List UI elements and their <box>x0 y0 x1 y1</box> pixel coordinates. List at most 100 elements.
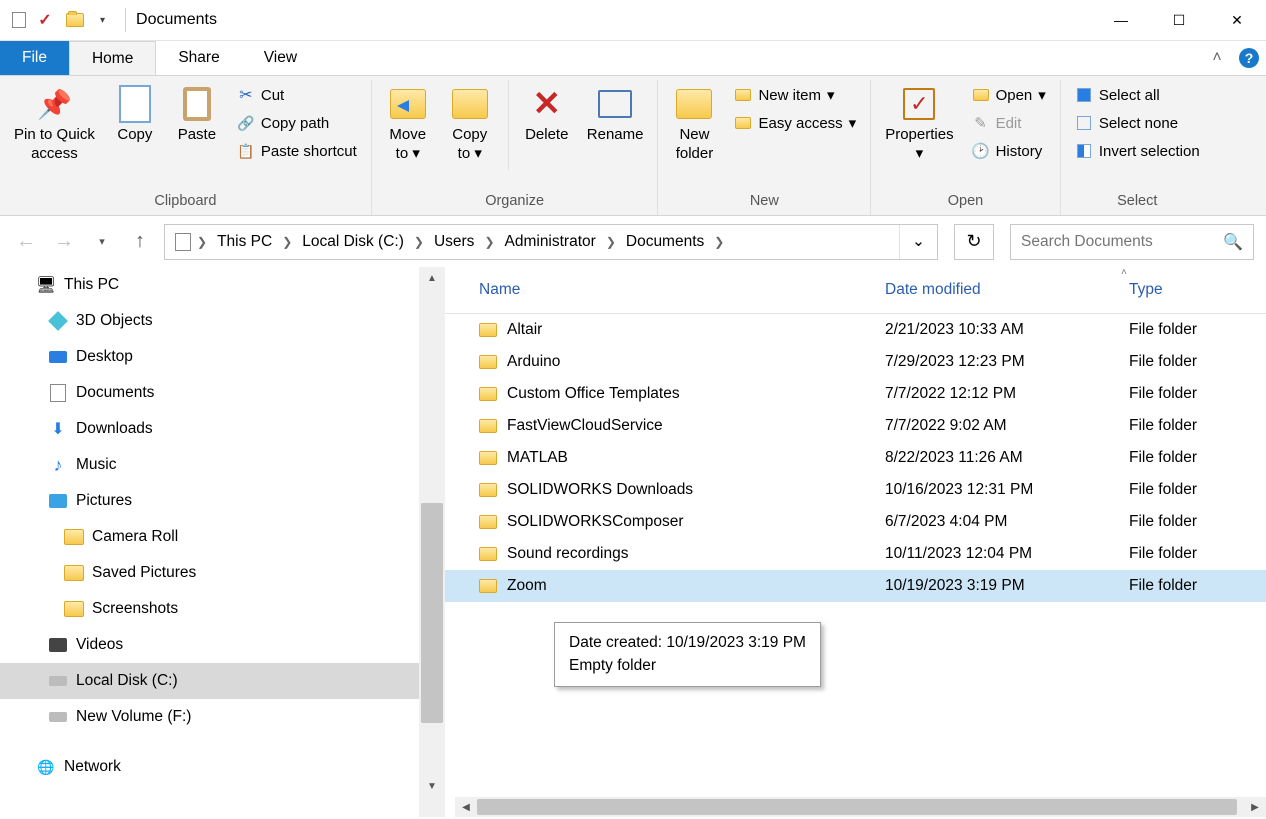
tree-item[interactable]: Desktop <box>0 339 419 375</box>
scrollbar-thumb[interactable] <box>477 799 1237 815</box>
new-folder-button[interactable]: New folder <box>666 80 722 166</box>
pin-to-quick-access-button[interactable]: Pin to Quick access <box>8 80 101 166</box>
delete-button[interactable]: ✕ Delete <box>519 80 575 147</box>
net-icon <box>36 758 56 776</box>
address-bar[interactable]: ❯ This PC ❯ Local Disk (C:) ❯ Users ❯ Ad… <box>164 224 938 260</box>
file-row[interactable]: Zoom10/19/2023 3:19 PMFile folder <box>445 570 1266 602</box>
scroll-down-button[interactable]: ▼ <box>419 775 445 797</box>
file-row[interactable]: Sound recordings10/11/2023 12:04 PMFile … <box>445 538 1266 570</box>
qat-checkmark-icon[interactable]: ✓ <box>34 9 56 31</box>
down-icon <box>48 420 68 438</box>
tree-item[interactable]: Network <box>0 749 419 785</box>
cut-button[interactable]: Cut <box>231 84 363 106</box>
horizontal-scrollbar[interactable]: ◀ ▶ <box>455 797 1266 817</box>
tab-share[interactable]: Share <box>156 41 241 75</box>
file-name: SOLIDWORKS Downloads <box>507 481 693 499</box>
copy-button[interactable]: Copy <box>107 80 163 147</box>
paste-shortcut-button[interactable]: Paste shortcut <box>231 140 363 162</box>
refresh-button[interactable]: ↻ <box>954 224 994 260</box>
help-button[interactable]: ? <box>1232 41 1266 75</box>
file-row[interactable]: Altair2/21/2023 10:33 AMFile folder <box>445 314 1266 346</box>
qat-properties-icon[interactable] <box>8 9 30 31</box>
tab-file[interactable]: File <box>0 41 69 75</box>
easy-access-button[interactable]: Easy access ▾ <box>728 112 862 134</box>
chevron-right-icon[interactable]: ❯ <box>193 235 211 249</box>
scroll-right-button[interactable]: ▶ <box>1244 797 1266 817</box>
tree-item[interactable]: Camera Roll <box>0 519 419 555</box>
scroll-up-button[interactable]: ▲ <box>419 267 445 289</box>
close-button[interactable]: ✕ <box>1208 0 1266 41</box>
file-row[interactable]: FastViewCloudService7/7/2022 9:02 AMFile… <box>445 410 1266 442</box>
ribbon: Pin to Quick access Copy Paste Cut Copy … <box>0 75 1266 216</box>
tree-item[interactable]: Documents <box>0 375 419 411</box>
tree-item[interactable]: This PC <box>0 267 419 303</box>
recent-locations-button[interactable]: ▾ <box>88 228 116 256</box>
chevron-right-icon[interactable]: ❯ <box>278 235 296 249</box>
select-none-button[interactable]: Select none <box>1069 112 1206 134</box>
new-item-button[interactable]: New item ▾ <box>728 84 862 106</box>
tree-item[interactable]: Videos <box>0 627 419 663</box>
new-item-icon <box>734 86 752 104</box>
tree-item[interactable]: Screenshots <box>0 591 419 627</box>
scrollbar-thumb[interactable] <box>421 503 443 723</box>
maximize-button[interactable]: ☐ <box>1150 0 1208 41</box>
paste-button[interactable]: Paste <box>169 80 225 147</box>
scroll-left-button[interactable]: ◀ <box>455 797 477 817</box>
folder-icon <box>479 483 497 497</box>
up-button[interactable]: ↑ <box>126 228 154 256</box>
move-to-icon <box>388 84 428 124</box>
tree-item[interactable]: New Volume (F:) <box>0 699 419 735</box>
tab-home[interactable]: Home <box>69 41 156 75</box>
column-header-name[interactable]: Name <box>445 281 885 299</box>
file-date: 10/16/2023 12:31 PM <box>885 481 1125 499</box>
back-button[interactable]: ← <box>12 228 40 256</box>
properties-button[interactable]: ✓ Properties▾ <box>879 80 959 166</box>
history-button[interactable]: 🕑History <box>966 140 1052 162</box>
invert-selection-button[interactable]: Invert selection <box>1069 140 1206 162</box>
edit-button[interactable]: ✎Edit <box>966 112 1052 134</box>
chevron-right-icon[interactable]: ❯ <box>602 235 620 249</box>
breadcrumb[interactable]: This PC <box>211 233 278 251</box>
tree-scrollbar[interactable]: ▲ ▼ <box>419 267 445 817</box>
tree-item[interactable]: Music <box>0 447 419 483</box>
file-row[interactable]: Custom Office Templates7/7/2022 12:12 PM… <box>445 378 1266 410</box>
tree-item[interactable]: Local Disk (C:) <box>0 663 419 699</box>
file-row[interactable]: SOLIDWORKS Downloads10/16/2023 12:31 PMF… <box>445 474 1266 506</box>
address-dropdown-button[interactable]: ⌄ <box>899 225 937 259</box>
navigation-tree[interactable]: This PC3D ObjectsDesktopDocumentsDownloa… <box>0 267 419 817</box>
copy-to-button[interactable]: Copy to ▾ <box>442 80 498 166</box>
chevron-right-icon[interactable]: ❯ <box>710 235 728 249</box>
copy-path-icon <box>237 114 255 132</box>
forward-button[interactable]: → <box>50 228 78 256</box>
search-box[interactable]: 🔍 <box>1010 224 1254 260</box>
tree-item[interactable]: Pictures <box>0 483 419 519</box>
folder-icon <box>479 355 497 369</box>
tab-view[interactable]: View <box>242 41 319 75</box>
chevron-right-icon[interactable]: ❯ <box>410 235 428 249</box>
breadcrumb[interactable]: Administrator <box>499 233 602 251</box>
chevron-right-icon[interactable]: ❯ <box>480 235 498 249</box>
column-header-type[interactable]: Type <box>1125 281 1266 299</box>
tree-item[interactable]: Downloads <box>0 411 419 447</box>
select-all-button[interactable]: Select all <box>1069 84 1206 106</box>
breadcrumb[interactable]: Users <box>428 233 480 251</box>
file-row[interactable]: Arduino7/29/2023 12:23 PMFile folder <box>445 346 1266 378</box>
search-icon[interactable]: 🔍 <box>1223 232 1243 252</box>
qat-dropdown-icon[interactable]: ▾ <box>100 15 105 26</box>
collapse-ribbon-icon[interactable]: ˄ <box>1202 41 1232 75</box>
minimize-button[interactable]: — <box>1092 0 1150 41</box>
file-row[interactable]: SOLIDWORKSComposer6/7/2023 4:04 PMFile f… <box>445 506 1266 538</box>
file-name: FastViewCloudService <box>507 417 663 435</box>
search-input[interactable] <box>1021 233 1223 251</box>
copy-path-button[interactable]: Copy path <box>231 112 363 134</box>
open-button[interactable]: Open ▾ <box>966 84 1052 106</box>
column-header-date[interactable]: Date modified <box>885 281 1125 299</box>
breadcrumb[interactable]: Documents <box>620 233 710 251</box>
breadcrumb[interactable]: Local Disk (C:) <box>296 233 410 251</box>
tree-item-label: Saved Pictures <box>92 564 196 582</box>
rename-button[interactable]: Rename <box>581 80 650 147</box>
tree-item[interactable]: Saved Pictures <box>0 555 419 591</box>
tree-item[interactable]: 3D Objects <box>0 303 419 339</box>
file-row[interactable]: MATLAB8/22/2023 11:26 AMFile folder <box>445 442 1266 474</box>
move-to-button[interactable]: Move to ▾ <box>380 80 436 166</box>
